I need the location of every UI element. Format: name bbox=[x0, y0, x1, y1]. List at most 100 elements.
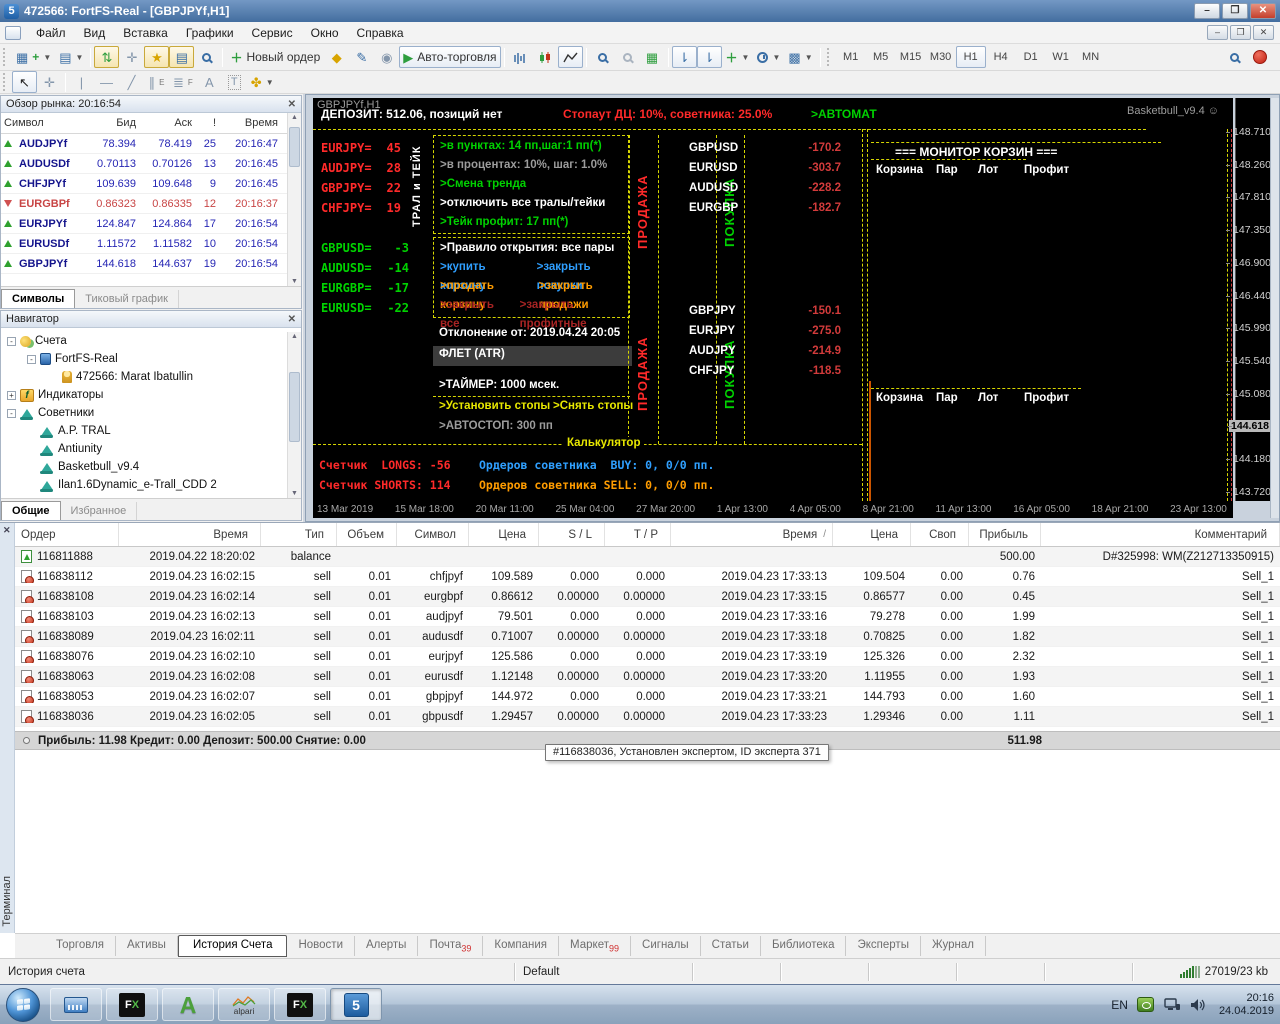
mdi-restore-button[interactable]: ❐ bbox=[1230, 25, 1251, 40]
timeframe-button[interactable]: M15 bbox=[896, 46, 926, 68]
history-column-header[interactable]: Символ bbox=[397, 523, 469, 546]
trendline-tool-button[interactable]: ╱ bbox=[119, 71, 144, 93]
ea-menu-item[interactable]: >Тейк профит: 17 пп(*) bbox=[434, 213, 629, 232]
timeframe-button[interactable]: H1 bbox=[955, 46, 986, 68]
ea-menu-item[interactable]: >Правило открытия: все пары bbox=[434, 239, 629, 258]
market-watch-row[interactable]: EURUSDf 1.11572 1.11582 10 20:16:54 bbox=[1, 234, 287, 254]
timeframe-button[interactable]: M1 bbox=[836, 46, 866, 68]
ea-menu-item[interactable]: >Смена тренда bbox=[434, 175, 629, 194]
ea-automat-button[interactable]: >АВТОМАТ bbox=[811, 107, 877, 121]
ea-menu-item[interactable]: >купить корзину >закрыть покупки bbox=[434, 258, 629, 292]
ea-menu-item[interactable]: >отключить все тралы/тейки bbox=[434, 194, 629, 213]
restore-button[interactable]: ❐ bbox=[1222, 3, 1248, 19]
history-column-header[interactable]: S / L bbox=[539, 523, 605, 546]
period-marker-button-1[interactable]: ⇂ bbox=[671, 46, 697, 68]
mdi-close-button[interactable]: ✕ bbox=[1253, 25, 1274, 40]
market-watch-header[interactable]: Символ Бид Аск ! Время bbox=[1, 113, 287, 134]
ea-timer-item[interactable]: >ТАЙМЕР: 1000 мсек. bbox=[439, 379, 559, 391]
market-watch-close-icon[interactable]: ✕ bbox=[288, 99, 296, 110]
taskbar-app-fxclub-1[interactable]: FX bbox=[106, 988, 158, 1021]
history-column-header[interactable]: Ордер bbox=[15, 523, 119, 546]
terminal-tab[interactable]: Библиотека bbox=[761, 935, 847, 957]
navigator-toggle-button[interactable]: ★ bbox=[144, 46, 170, 68]
history-row[interactable]: 116838036 2019.04.23 16:02:05 sell 0.01 … bbox=[15, 707, 1280, 727]
mdi-minimize-button[interactable]: – bbox=[1207, 25, 1228, 40]
period-marker-button-2[interactable]: ⇂ bbox=[696, 46, 722, 68]
navigator-tree-item[interactable]: A.P. TRAL bbox=[1, 422, 287, 440]
ea-menu-item[interactable]: >продать корзину >закрыть продажи bbox=[434, 277, 629, 311]
history-column-header[interactable]: Цена bbox=[833, 523, 911, 546]
ea-remove-stops-item[interactable]: >Снять стопы bbox=[553, 400, 633, 412]
history-table-header[interactable]: Ордер Время Тип Объем Символ Цена S / LT / P Вр… bbox=[15, 523, 1280, 547]
terminal-tab[interactable]: Статьи bbox=[701, 935, 761, 957]
bar-chart-button[interactable] bbox=[508, 46, 533, 68]
history-column-header[interactable]: Комментарий bbox=[1041, 523, 1280, 546]
minimize-button[interactable]: – bbox=[1194, 3, 1220, 19]
column-spread[interactable]: ! bbox=[195, 117, 219, 129]
market-watch-row[interactable]: GBPJPYf 144.618 144.637 19 20:16:54 bbox=[1, 254, 287, 274]
menu-item[interactable]: Справка bbox=[348, 23, 413, 43]
market-watch-row[interactable]: CHFJPYf 109.639 109.648 9 20:16:45 bbox=[1, 174, 287, 194]
market-watch-scrollbar[interactable]: ▲ ▼ bbox=[287, 113, 301, 286]
history-column-header[interactable]: Время / bbox=[671, 523, 833, 546]
menu-item[interactable]: Файл bbox=[27, 23, 75, 43]
ea-autostop-item[interactable]: >АВТОСТОП: 300 пп bbox=[439, 420, 553, 432]
menu-item[interactable]: Графики bbox=[177, 23, 243, 43]
ea-menu-item[interactable]: >в процентах: 10%, шаг: 1.0% bbox=[434, 156, 629, 175]
terminal-toggle-button[interactable]: ▤ bbox=[169, 46, 195, 68]
ea-menu-item[interactable]: >в пунктах: 14 пп,шаг:1 пп(*) bbox=[434, 137, 629, 156]
taskbar-app-alpari[interactable]: alpari bbox=[218, 988, 270, 1021]
horizontal-line-tool-button[interactable]: — bbox=[94, 71, 119, 93]
taskbar-app-a[interactable]: A bbox=[162, 988, 214, 1021]
navigator-tree-item[interactable]: + Индикаторы bbox=[1, 386, 287, 404]
timeframe-button[interactable]: W1 bbox=[1046, 46, 1076, 68]
metaeditor-button[interactable]: ✎ bbox=[349, 46, 374, 68]
taskbar-app-remote[interactable] bbox=[50, 988, 102, 1021]
terminal-tab[interactable]: Сигналы bbox=[631, 935, 701, 957]
timeframe-button[interactable]: MN bbox=[1076, 46, 1106, 68]
history-row[interactable]: 116838076 2019.04.23 16:02:10 sell 0.01 … bbox=[15, 647, 1280, 667]
history-row[interactable]: 116838108 2019.04.23 16:02:14 sell 0.01 … bbox=[15, 587, 1280, 607]
column-bid[interactable]: Бид bbox=[87, 117, 139, 129]
fibonacci-tool-button[interactable]: ≣ F bbox=[169, 71, 197, 93]
vertical-line-tool-button[interactable]: | bbox=[69, 71, 94, 93]
broadcast-icon[interactable]: ◉ bbox=[374, 46, 399, 68]
navigator-tab[interactable]: Избранное bbox=[61, 502, 138, 520]
terminal-tab[interactable]: Торговля bbox=[45, 935, 117, 957]
navigator-tree-item[interactable]: - Счета bbox=[1, 332, 287, 350]
column-ask[interactable]: Аск bbox=[139, 117, 195, 129]
ea-set-stops-item[interactable]: >Установить стопы bbox=[439, 400, 550, 412]
tree-expander-icon[interactable]: + bbox=[7, 390, 16, 400]
price-scale[interactable]: 148.710 148.260 147.810 147.350 146.900 146.4… bbox=[1226, 98, 1274, 501]
market-watch-row[interactable]: EURJPYf 124.847 124.864 17 20:16:54 bbox=[1, 214, 287, 234]
terminal-tab[interactable]: Маркет99 bbox=[559, 935, 632, 957]
menu-item[interactable]: Вид bbox=[75, 23, 115, 43]
terminal-tab[interactable]: Активы bbox=[116, 935, 178, 957]
templates-button[interactable]: ▩ ▼ bbox=[784, 46, 816, 68]
profiles-button[interactable]: ▤ ▼ bbox=[55, 46, 87, 68]
data-window-button[interactable]: ✛ bbox=[119, 46, 144, 68]
zoom-in-button[interactable] bbox=[590, 46, 615, 68]
periods-button[interactable]: ▼ bbox=[753, 46, 784, 68]
market-watch-row[interactable]: AUDUSDf 0.70113 0.70126 13 20:16:45 bbox=[1, 154, 287, 174]
terminal-tab[interactable]: Журнал bbox=[921, 935, 986, 957]
status-profile[interactable]: Default bbox=[515, 962, 693, 981]
crosshair-tool-button[interactable]: ✛ bbox=[37, 71, 62, 93]
community-notification-button[interactable] bbox=[1247, 46, 1272, 68]
tree-expander-icon[interactable]: - bbox=[7, 336, 16, 346]
timeframe-button[interactable]: H4 bbox=[986, 46, 1016, 68]
network-tray-icon[interactable] bbox=[1163, 997, 1181, 1012]
text-label-tool-button[interactable]: T bbox=[222, 71, 247, 93]
market-watch-toggle-button[interactable]: ⇅ bbox=[94, 46, 120, 68]
navigator-close-icon[interactable]: ✕ bbox=[288, 314, 296, 325]
toolbar-grip[interactable] bbox=[3, 73, 8, 91]
navigator-tab[interactable]: Общие bbox=[1, 501, 61, 520]
terminal-tab[interactable]: Компания bbox=[483, 935, 560, 957]
market-watch-row[interactable]: AUDJPYf 78.394 78.419 25 20:16:47 bbox=[1, 134, 287, 154]
taskbar-app-fxclub-2[interactable]: FX bbox=[274, 988, 326, 1021]
chart-scrollbar[interactable] bbox=[1270, 98, 1279, 518]
time-axis[interactable]: 13 Mar 2019 15 Mar 18:00 20 Mar 11:00 25 Ma… bbox=[313, 501, 1233, 518]
timeframe-button[interactable]: D1 bbox=[1016, 46, 1046, 68]
menu-item[interactable]: Сервис bbox=[243, 23, 302, 43]
terminal-tab[interactable]: Эксперты bbox=[846, 935, 921, 957]
